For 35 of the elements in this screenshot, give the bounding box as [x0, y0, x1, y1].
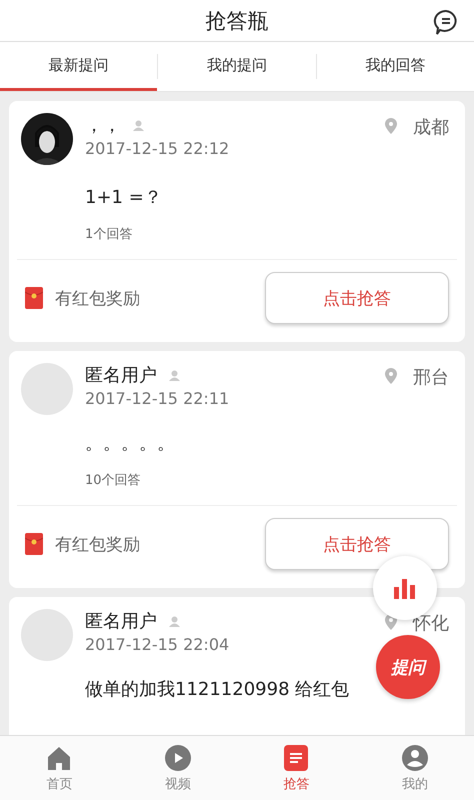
- answer-button[interactable]: 点击抢答: [265, 518, 449, 570]
- reward-label: 有红包奖励: [55, 288, 141, 310]
- nav-item[interactable]: 我的: [356, 736, 474, 800]
- location-pin-icon: [385, 118, 397, 134]
- answer-count: 10个回答: [84, 472, 142, 489]
- avatar: [21, 363, 73, 415]
- location-pin-icon: [385, 368, 397, 384]
- envelope-icon: [25, 533, 43, 555]
- envelope-icon: [25, 287, 43, 309]
- answer-count: 1个回答: [84, 226, 134, 243]
- play-icon: [164, 744, 192, 772]
- list-icon: [282, 744, 310, 772]
- post-time: 2017-12-15 22:04: [85, 635, 230, 654]
- question-text: 做单的加我1121120998 给红包: [85, 679, 350, 700]
- page-title: 抢答瓶: [206, 8, 268, 34]
- user-name: 匿名用户: [85, 364, 157, 387]
- user-name: 匿名用户: [85, 610, 157, 633]
- reward-label: 有红包奖励: [55, 534, 141, 556]
- user-icon: [400, 744, 429, 772]
- location: 成都: [413, 116, 449, 139]
- nav-item[interactable]: 首页: [0, 736, 118, 800]
- nav-item[interactable]: 视频: [118, 736, 237, 800]
- user-name: ，，: [85, 114, 121, 137]
- answer-button[interactable]: 点击抢答: [265, 272, 449, 324]
- post-time: 2017-12-15 22:12: [85, 139, 230, 158]
- location: 邢台: [413, 366, 449, 389]
- user-icon: [133, 120, 144, 130]
- question-text: 。。。。。: [85, 433, 175, 454]
- question-text: 1+1 =？: [85, 187, 162, 208]
- bar-chart-icon: [393, 577, 417, 599]
- post-time: 2017-12-15 22:11: [85, 389, 230, 408]
- nav-item[interactable]: 抢答: [237, 736, 356, 800]
- user-icon: [169, 616, 180, 626]
- user-icon: [169, 370, 180, 380]
- avatar: [21, 609, 73, 661]
